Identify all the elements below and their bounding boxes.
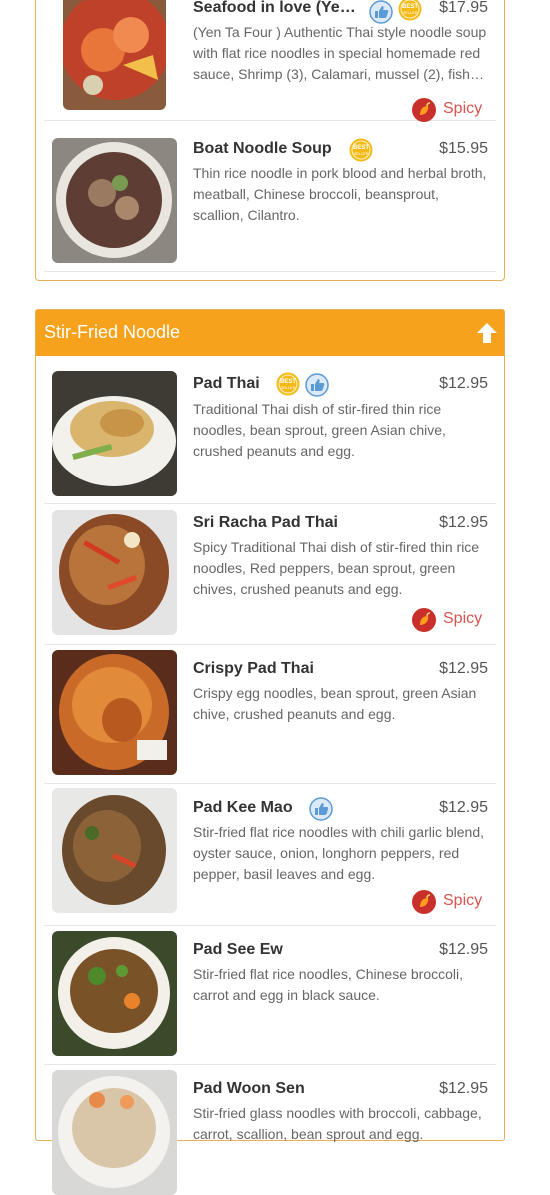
pad-see-ew-photo[interactable]: [52, 931, 177, 1056]
item-price: $12.95: [439, 799, 488, 816]
item-name: Pad Woon Sen: [193, 1080, 305, 1097]
item-price: $15.95: [439, 140, 488, 157]
arrow-up-icon[interactable]: [476, 322, 498, 344]
item-name: Pad Kee Mao: [193, 799, 293, 816]
item-description: Stir-fried flat rice noodles, Chinese br…: [193, 966, 464, 1003]
spicy-indicator: Spicy: [411, 607, 483, 633]
item-price: $12.95: [439, 375, 488, 392]
best-seller-icon: [276, 372, 300, 396]
chili-icon: [411, 889, 437, 915]
boat-noodle-soup-photo[interactable]: [52, 138, 177, 263]
item-price: $12.95: [439, 660, 488, 677]
item-description: Thin rice noodle in pork blood and herba…: [193, 165, 487, 223]
menu-item-crispy-pad-thai[interactable]: Crispy Pad Thai $12.95 Crispy egg noodle…: [44, 645, 496, 784]
pad-woon-sen-photo[interactable]: [52, 1070, 177, 1195]
item-price: $12.95: [439, 514, 488, 531]
item-description: Crispy egg noodles, bean sprout, green A…: [193, 685, 477, 722]
spicy-label: Spicy: [443, 892, 483, 909]
pad-kee-mao-photo[interactable]: [52, 788, 177, 913]
pad-thai-photo[interactable]: [52, 371, 177, 496]
item-name: Sri Racha Pad Thai: [193, 514, 338, 531]
spicy-label: Spicy: [443, 610, 483, 627]
spicy-indicator: Spicy: [411, 889, 483, 915]
noodle-soup-panel: Seafood in love (Ye… $17.95 (Yen Ta Four…: [35, 0, 505, 281]
item-description: Spicy Traditional Thai dish of stir-fire…: [193, 539, 480, 597]
best-seller-icon: [398, 0, 422, 21]
chili-icon: [411, 607, 437, 633]
spicy-label: Spicy: [443, 100, 483, 117]
crispy-pad-thai-photo[interactable]: [52, 650, 177, 775]
item-description: (Yen Ta Four ) Authentic Thai style nood…: [193, 24, 487, 82]
sri-racha-pad-thai-photo[interactable]: [52, 510, 177, 635]
menu-item-pad-see-ew[interactable]: Pad See Ew $12.95 Stir-fried flat rice n…: [44, 926, 496, 1065]
menu-item-pad-kee-mao[interactable]: Pad Kee Mao $12.95 Stir-fried flat rice …: [44, 784, 496, 926]
item-name: Crispy Pad Thai: [193, 660, 314, 677]
item-description: Stir-fried glass noodles with broccoli, …: [193, 1105, 482, 1142]
item-description: Stir-fried flat rice noodles with chili …: [193, 824, 485, 882]
item-description: Traditional Thai dish of stir-fired thin…: [193, 401, 446, 459]
item-name: Seafood in love (Ye…: [193, 0, 356, 16]
item-price: $12.95: [439, 1080, 488, 1097]
section-header: Stir-Fried Noodle: [36, 310, 504, 356]
section-title: Stir-Fried Noodle: [44, 322, 181, 342]
item-name: Pad See Ew: [193, 941, 283, 958]
thumbs-up-icon: [305, 373, 329, 397]
seafood-in-love-photo[interactable]: [63, 0, 166, 110]
chili-icon: [411, 97, 437, 123]
menu-item-sri-racha-pad-thai[interactable]: Sri Racha Pad Thai $12.95 Spicy Traditio…: [44, 504, 496, 645]
menu-item-boat-noodle-soup[interactable]: Boat Noodle Soup $15.95 Thin rice noodle…: [44, 130, 496, 272]
thumbs-up-icon: [309, 797, 333, 821]
menu-item-seafood-in-love[interactable]: Seafood in love (Ye… $17.95 (Yen Ta Four…: [44, 0, 496, 121]
stir-fried-noodle-panel: Stir-Fried Noodle Pad Thai $12.95 Tradit…: [35, 309, 505, 1195]
item-name: Pad Thai: [193, 375, 260, 392]
thumbs-up-icon: [369, 0, 393, 24]
menu-item-pad-thai[interactable]: Pad Thai $12.95 Traditional Thai dish of…: [44, 365, 496, 504]
item-price: $17.95: [439, 0, 488, 16]
best-seller-icon: [349, 138, 373, 162]
item-name: Boat Noodle Soup: [193, 140, 332, 157]
spicy-indicator: Spicy: [411, 97, 483, 123]
menu-item-pad-woon-sen[interactable]: Pad Woon Sen $12.95 Stir-fried glass noo…: [44, 1065, 496, 1195]
item-price: $12.95: [439, 941, 488, 958]
